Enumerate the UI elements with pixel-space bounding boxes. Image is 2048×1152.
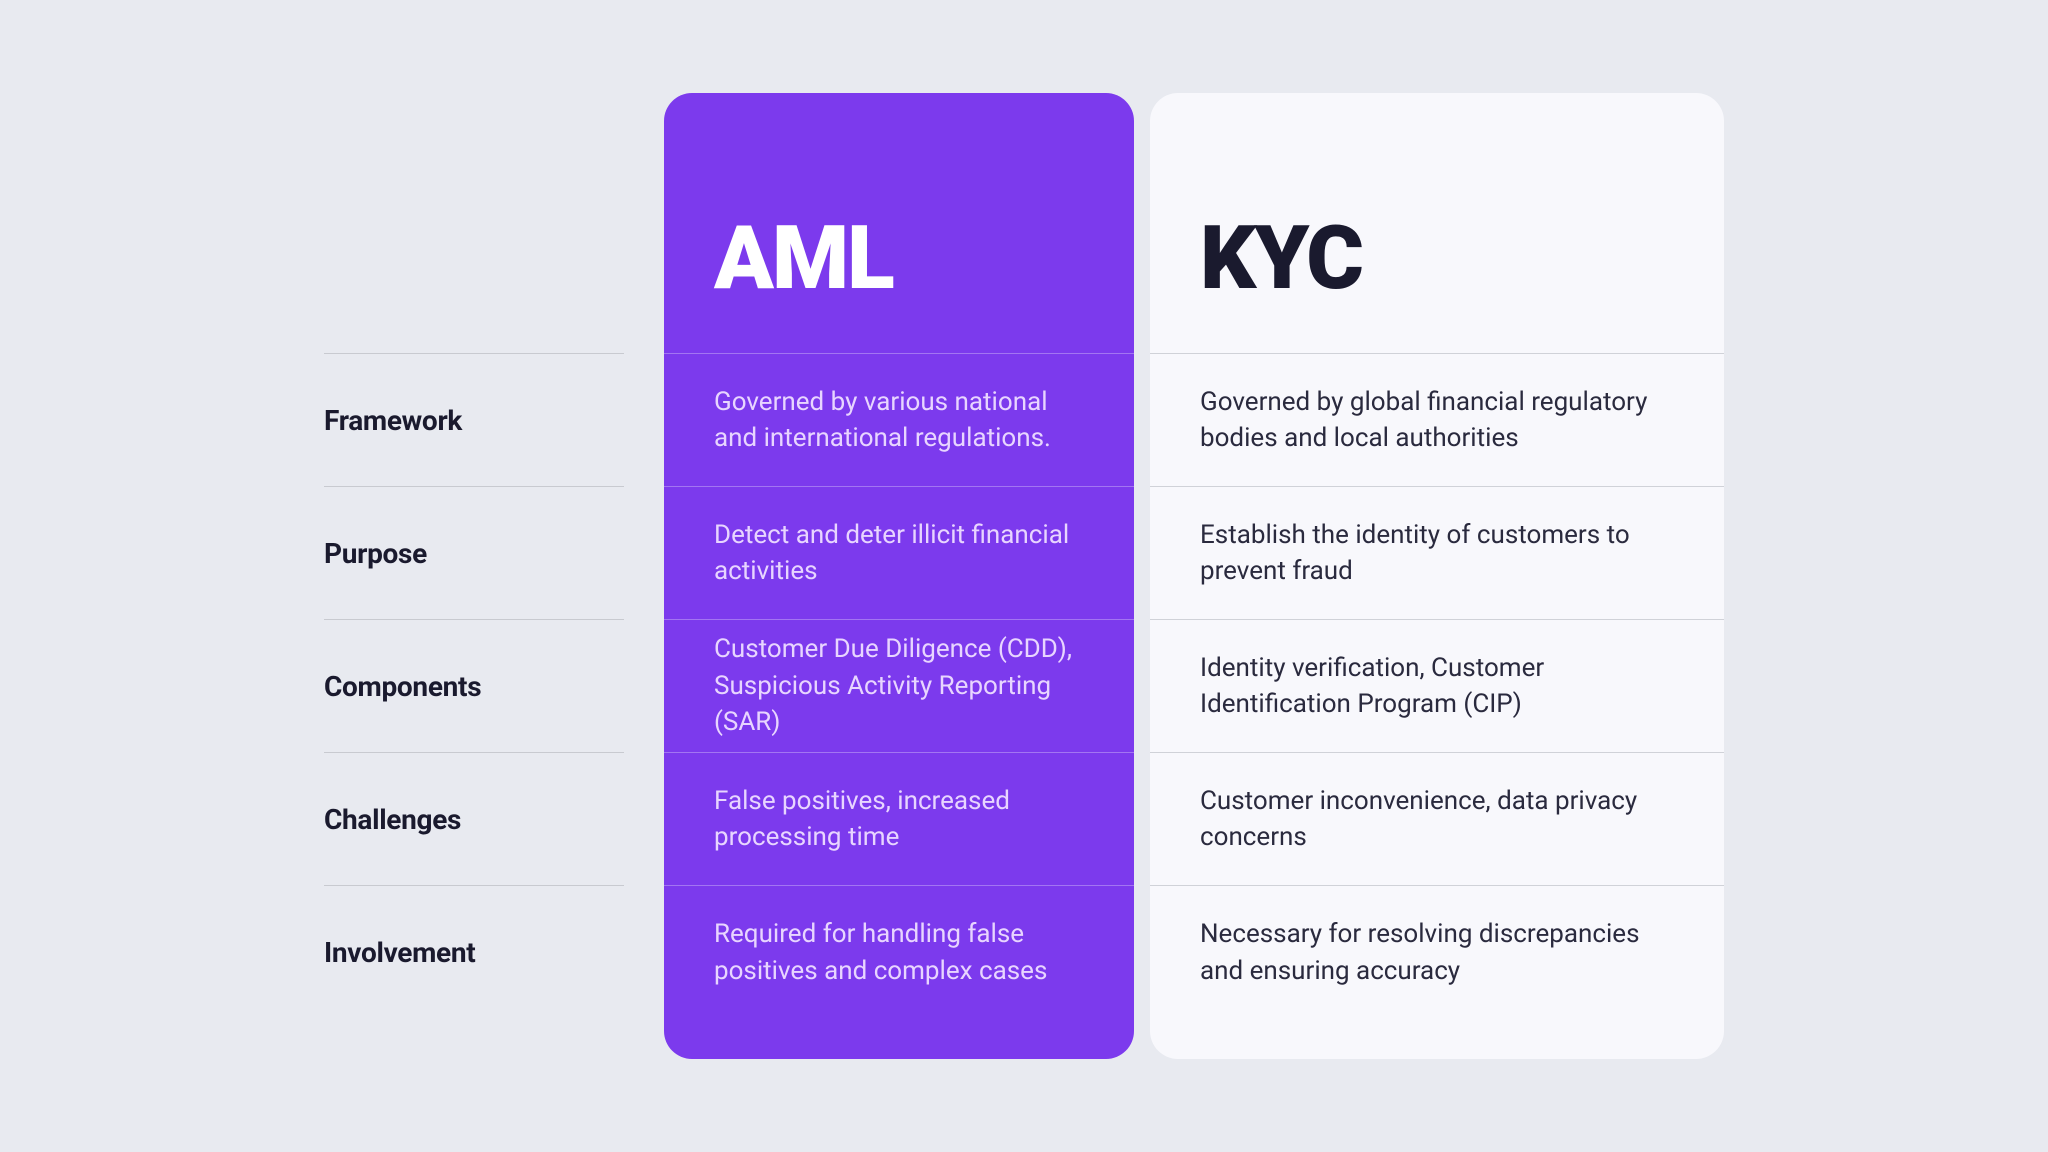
label-row-purpose: Purpose [324, 486, 624, 619]
label-framework: Framework [324, 404, 462, 437]
aml-involvement-text: Required for handling false positives an… [714, 916, 1084, 989]
aml-row-involvement: Required for handling false positives an… [664, 886, 1134, 1019]
kyc-row-framework: Governed by global financial regulatory … [1150, 354, 1724, 487]
label-components: Components [324, 670, 481, 703]
kyc-header: KYC [1150, 93, 1724, 353]
label-involvement: Involvement [324, 936, 475, 969]
labels-column: Framework Purpose Components Challenges … [324, 93, 664, 1059]
kyc-challenges-text: Customer inconvenience, data privacy con… [1200, 783, 1674, 856]
aml-header: AML [664, 93, 1134, 353]
aml-challenges-text: False positives, increased processing ti… [714, 783, 1084, 856]
aml-purpose-text: Detect and deter illicit financial activ… [714, 517, 1084, 590]
kyc-purpose-text: Establish the identity of customers to p… [1200, 517, 1674, 590]
label-row-components: Components [324, 619, 624, 752]
aml-row-components: Customer Due Diligence (CDD), Suspicious… [664, 620, 1134, 753]
aml-framework-text: Governed by various national and interna… [714, 384, 1084, 457]
comparison-container: Framework Purpose Components Challenges … [324, 93, 1724, 1059]
label-purpose: Purpose [324, 537, 427, 570]
kyc-framework-text: Governed by global financial regulatory … [1200, 384, 1674, 457]
kyc-row-involvement: Necessary for resolving discrepancies an… [1150, 886, 1724, 1019]
kyc-involvement-text: Necessary for resolving discrepancies an… [1200, 916, 1674, 989]
label-row-involvement: Involvement [324, 885, 624, 1018]
aml-components-text: Customer Due Diligence (CDD), Suspicious… [714, 631, 1084, 740]
kyc-components-text: Identity verification, Customer Identifi… [1200, 650, 1674, 723]
aml-row-framework: Governed by various national and interna… [664, 354, 1134, 487]
aml-row-challenges: False positives, increased processing ti… [664, 753, 1134, 886]
aml-card: AML Governed by various national and int… [664, 93, 1134, 1059]
kyc-rows: Governed by global financial regulatory … [1150, 353, 1724, 1019]
kyc-row-challenges: Customer inconvenience, data privacy con… [1150, 753, 1724, 886]
aml-row-purpose: Detect and deter illicit financial activ… [664, 487, 1134, 620]
kyc-title: KYC [1200, 215, 1362, 303]
label-row-challenges: Challenges [324, 752, 624, 885]
kyc-card: KYC Governed by global financial regulat… [1150, 93, 1724, 1059]
aml-title: AML [714, 215, 893, 303]
kyc-row-purpose: Establish the identity of customers to p… [1150, 487, 1724, 620]
cards-wrapper: AML Governed by various national and int… [664, 93, 1724, 1059]
kyc-row-components: Identity verification, Customer Identifi… [1150, 620, 1724, 753]
aml-rows: Governed by various national and interna… [664, 353, 1134, 1019]
label-row-framework: Framework [324, 353, 624, 486]
label-challenges: Challenges [324, 803, 461, 836]
